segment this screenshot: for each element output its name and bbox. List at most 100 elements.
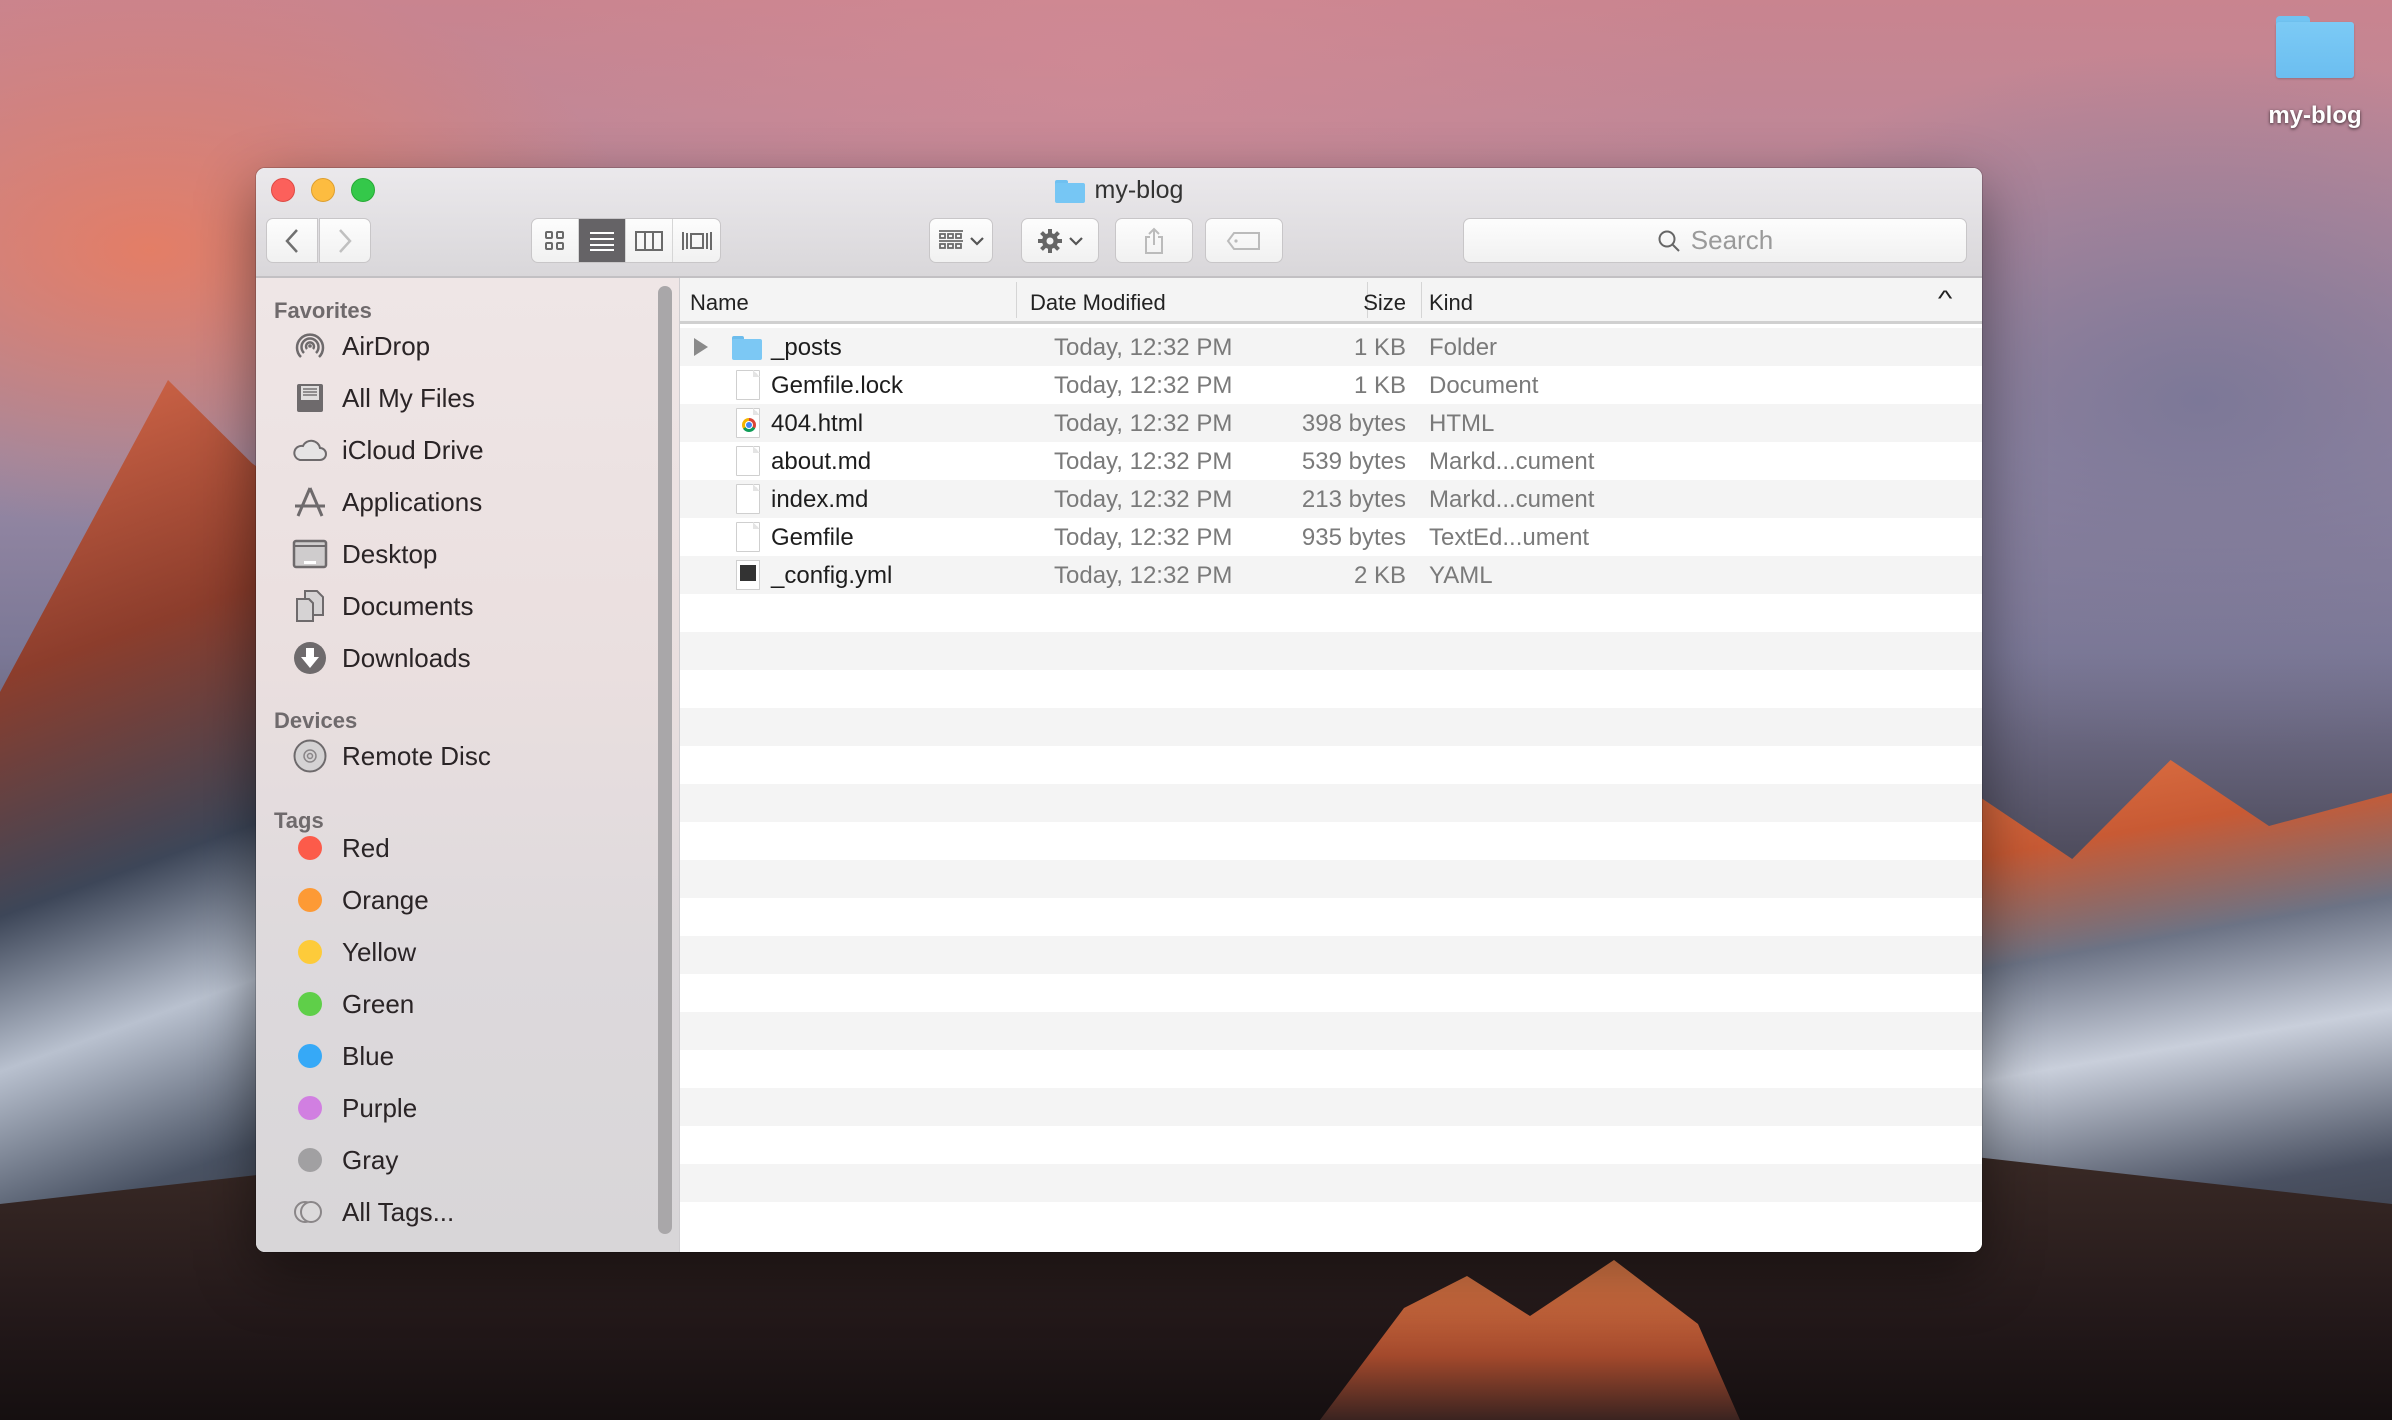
search-icon bbox=[1658, 230, 1680, 252]
empty-row bbox=[680, 860, 1982, 898]
empty-row bbox=[680, 898, 1982, 936]
tag-color-dot bbox=[298, 1096, 322, 1120]
tag-color-dot bbox=[298, 888, 322, 912]
empty-row bbox=[680, 708, 1982, 746]
sidebar-item-label: All Tags... bbox=[342, 1196, 455, 1227]
file-name: 404.html bbox=[771, 410, 864, 437]
airdrop-icon bbox=[292, 328, 328, 364]
cover-flow-view-button[interactable] bbox=[673, 219, 720, 262]
list-view-button[interactable] bbox=[579, 219, 626, 262]
file-kind: YAML bbox=[1429, 562, 1493, 589]
document-icon bbox=[736, 446, 760, 476]
column-view-button[interactable] bbox=[626, 219, 673, 262]
sidebar-item-downloads[interactable]: Downloads bbox=[292, 638, 471, 678]
sort-ascending-icon[interactable]: ^ bbox=[1938, 286, 1952, 312]
window-title: my-blog bbox=[256, 176, 1982, 205]
tag-color-dot bbox=[298, 1148, 322, 1172]
sidebar-item-airdrop[interactable]: AirDrop bbox=[292, 326, 430, 366]
columns-icon bbox=[635, 230, 663, 251]
downloads-icon bbox=[292, 640, 328, 676]
file-row[interactable]: Gemfile.lock Today, 12:32 PM 1 KB Document bbox=[680, 366, 1982, 404]
disclosure-triangle-icon[interactable] bbox=[694, 338, 708, 356]
folder-icon bbox=[2274, 12, 2356, 78]
icon-view-button[interactable] bbox=[532, 219, 579, 262]
file-size: 935 bytes bbox=[1301, 524, 1406, 551]
file-size: 539 bytes bbox=[1301, 448, 1406, 475]
sidebar-item-label: Purple bbox=[342, 1092, 418, 1123]
sidebar-item-label: Blue bbox=[342, 1040, 395, 1071]
chevron-down-icon bbox=[1069, 236, 1083, 246]
cloud-icon bbox=[292, 432, 328, 468]
chrome-logo-icon bbox=[742, 418, 756, 432]
desktop-folder-my-blog[interactable]: my-blog bbox=[2255, 12, 2375, 130]
sidebar-tag-gray[interactable]: Gray bbox=[292, 1140, 398, 1180]
sidebar-tag-orange[interactable]: Orange bbox=[292, 880, 429, 920]
sidebar-tag-green[interactable]: Green bbox=[292, 984, 414, 1024]
empty-row bbox=[680, 632, 1982, 670]
sidebar-heading-favorites: Favorites bbox=[274, 298, 372, 323]
empty-row bbox=[680, 974, 1982, 1012]
disc-icon bbox=[292, 738, 328, 774]
edit-tags-button[interactable] bbox=[1205, 218, 1283, 263]
search-placeholder: Search bbox=[1690, 225, 1774, 255]
document-icon bbox=[736, 522, 760, 552]
sidebar-item-applications[interactable]: Applications bbox=[292, 482, 482, 522]
file-size: 2 KB bbox=[1353, 562, 1406, 589]
file-row[interactable]: _posts Today, 12:32 PM 1 KB Folder bbox=[680, 328, 1982, 366]
share-button[interactable] bbox=[1115, 218, 1193, 263]
sidebar-heading-devices: Devices bbox=[274, 708, 358, 733]
desktop-icon bbox=[292, 536, 328, 572]
sidebar-item-icloud-drive[interactable]: iCloud Drive bbox=[292, 430, 484, 470]
column-divider[interactable] bbox=[1016, 282, 1017, 318]
file-kind: TextEd...ument bbox=[1429, 524, 1590, 551]
html-file-icon bbox=[736, 408, 760, 438]
sidebar-tag-red[interactable]: Red bbox=[292, 828, 390, 868]
file-rows: _posts Today, 12:32 PM 1 KB Folder Gemfile.l… bbox=[680, 328, 1982, 1240]
column-header-size[interactable]: Size bbox=[1130, 290, 1406, 316]
search-input[interactable]: Search bbox=[1463, 218, 1967, 263]
empty-row bbox=[680, 1012, 1982, 1050]
column-divider[interactable] bbox=[1421, 282, 1422, 318]
grid-icon bbox=[545, 230, 564, 250]
column-header-kind[interactable]: Kind bbox=[1429, 290, 1473, 316]
file-size: 1 KB bbox=[1353, 334, 1406, 361]
file-name: index.md bbox=[771, 486, 869, 513]
yaml-file-icon bbox=[736, 560, 760, 590]
sidebar-all-tags[interactable]: All Tags... bbox=[292, 1192, 454, 1232]
sidebar-scrollbar[interactable] bbox=[658, 286, 672, 1234]
tag-color-dot bbox=[298, 992, 322, 1016]
sidebar-item-label: All My Files bbox=[342, 382, 475, 413]
empty-row bbox=[680, 746, 1982, 784]
file-row[interactable]: 404.html Today, 12:32 PM 398 bytes HTML bbox=[680, 404, 1982, 442]
file-size: 1 KB bbox=[1353, 372, 1406, 399]
forward-button[interactable] bbox=[319, 218, 371, 263]
sidebar-item-remote-disc[interactable]: Remote Disc bbox=[292, 736, 491, 776]
sidebar-tag-yellow[interactable]: Yellow bbox=[292, 932, 416, 972]
sidebar-tag-purple[interactable]: Purple bbox=[292, 1088, 417, 1128]
file-row[interactable]: Gemfile Today, 12:32 PM 935 bytes TextEd...… bbox=[680, 518, 1982, 556]
title-bar: my-blog Search bbox=[256, 168, 1982, 278]
file-size: 213 bytes bbox=[1301, 486, 1406, 513]
file-name: _posts bbox=[771, 334, 842, 361]
document-icon bbox=[736, 484, 760, 514]
arrange-icon bbox=[939, 229, 963, 249]
file-row[interactable]: index.md Today, 12:32 PM 213 bytes Markd...… bbox=[680, 480, 1982, 518]
sidebar-item-all-my-files[interactable]: All My Files bbox=[292, 378, 475, 418]
share-icon bbox=[1145, 227, 1163, 254]
back-button[interactable] bbox=[266, 218, 318, 263]
window-title-text: my-blog bbox=[1094, 176, 1184, 204]
empty-row bbox=[680, 936, 1982, 974]
folder-icon bbox=[732, 336, 762, 360]
sidebar-item-documents[interactable]: Documents bbox=[292, 586, 474, 626]
empty-row bbox=[680, 1164, 1982, 1202]
gear-icon bbox=[1038, 228, 1062, 253]
sidebar-tag-blue[interactable]: Blue bbox=[292, 1036, 394, 1076]
file-row[interactable]: about.md Today, 12:32 PM 539 bytes Markd...… bbox=[680, 442, 1982, 480]
action-menu-button[interactable] bbox=[1021, 218, 1099, 263]
tag-color-dot bbox=[298, 836, 322, 860]
column-header-name[interactable]: Name bbox=[690, 290, 749, 316]
file-row[interactable]: _config.yml Today, 12:32 PM 2 KB YAML bbox=[680, 556, 1982, 594]
arrange-button[interactable] bbox=[929, 218, 993, 263]
sidebar-item-label: AirDrop bbox=[342, 330, 431, 361]
sidebar-item-desktop[interactable]: Desktop bbox=[292, 534, 437, 574]
